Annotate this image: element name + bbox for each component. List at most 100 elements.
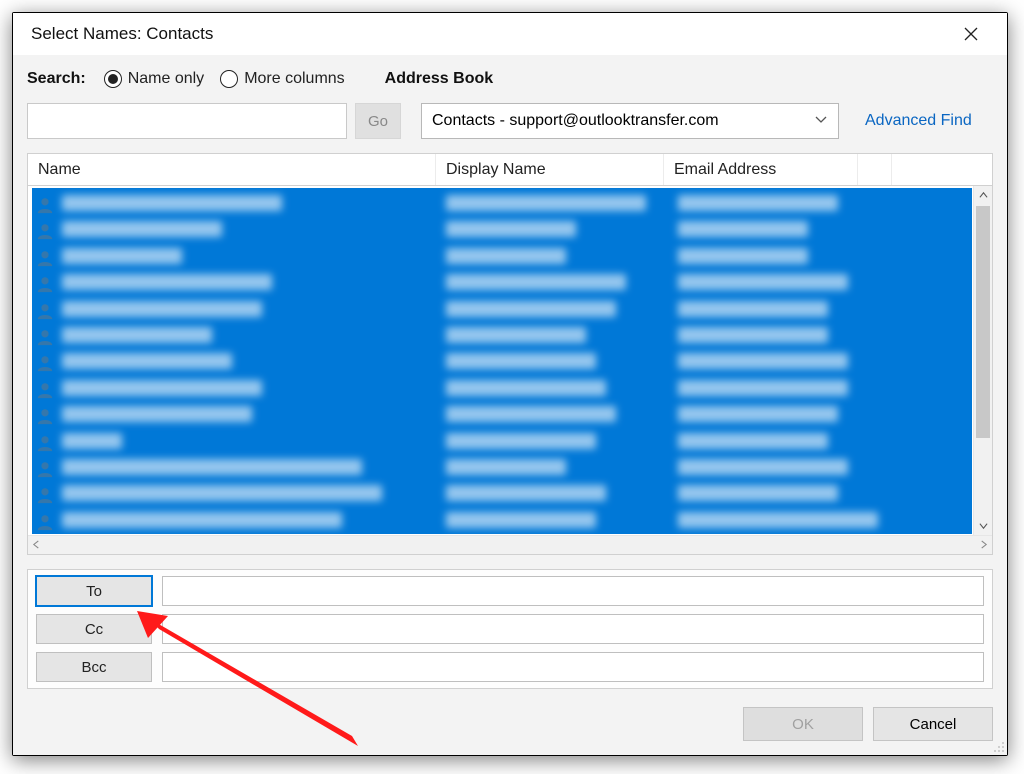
- to-row: To: [36, 576, 984, 606]
- horizontal-scrollbar[interactable]: [28, 535, 992, 554]
- recipients-panel: To Cc Bcc: [27, 569, 993, 689]
- person-icon: [36, 486, 54, 504]
- table-body[interactable]: /* generated below */: [28, 186, 992, 535]
- person-icon: [36, 222, 54, 240]
- scroll-right-icon[interactable]: [979, 538, 988, 552]
- address-book-select[interactable]: Contacts - support@outlooktransfer.com: [421, 103, 839, 139]
- redacted-text: [62, 485, 382, 501]
- scroll-up-icon[interactable]: [974, 186, 992, 205]
- redacted-text: [678, 221, 808, 237]
- redacted-text: [62, 195, 282, 211]
- search-input[interactable]: [27, 103, 347, 139]
- radio-name-only-label: Name only: [128, 70, 204, 88]
- scroll-down-icon[interactable]: [974, 516, 992, 535]
- ok-button[interactable]: OK: [743, 707, 863, 741]
- table-row[interactable]: [36, 377, 54, 403]
- table-header: Name Display Name Email Address: [28, 154, 992, 186]
- table-row[interactable]: [36, 218, 54, 244]
- redacted-text: [446, 353, 596, 369]
- window-title: Select Names: Contacts: [31, 24, 213, 44]
- select-names-dialog: Select Names: Contacts Search: Name only…: [12, 12, 1008, 756]
- advanced-find-link[interactable]: Advanced Find: [865, 112, 972, 130]
- redacted-text: [446, 459, 566, 475]
- bcc-row: Bcc: [36, 652, 984, 682]
- table-row[interactable]: [36, 350, 54, 376]
- redacted-text: [446, 380, 606, 396]
- bcc-button[interactable]: Bcc: [36, 652, 152, 682]
- redacted-text: [678, 406, 838, 422]
- table-row[interactable]: [36, 192, 54, 218]
- redacted-text: [678, 433, 828, 449]
- scroll-left-icon[interactable]: [32, 538, 41, 552]
- close-button[interactable]: [949, 16, 993, 52]
- cc-row: Cc: [36, 614, 984, 644]
- column-name[interactable]: Name: [28, 154, 436, 185]
- person-icon: [36, 328, 54, 346]
- redacted-text: [678, 301, 828, 317]
- redacted-text: [446, 274, 626, 290]
- chevron-down-icon: [814, 112, 828, 131]
- redacted-text: [446, 221, 576, 237]
- address-book-selected: Contacts - support@outlooktransfer.com: [432, 112, 719, 130]
- redacted-text: [62, 221, 222, 237]
- bcc-input[interactable]: [162, 652, 984, 682]
- radio-dot-icon: [220, 70, 238, 88]
- scrollbar-thumb[interactable]: [976, 206, 990, 438]
- to-button[interactable]: To: [36, 576, 152, 606]
- radio-more-columns-label: More columns: [244, 70, 344, 88]
- redacted-text: [446, 195, 646, 211]
- column-display-name[interactable]: Display Name: [436, 154, 664, 185]
- radio-name-only[interactable]: Name only: [104, 70, 204, 88]
- table-row[interactable]: [36, 324, 54, 350]
- redacted-text: [678, 512, 878, 528]
- redacted-text: [446, 327, 586, 343]
- redacted-text: [446, 433, 596, 449]
- person-icon: [36, 249, 54, 267]
- go-button[interactable]: Go: [355, 103, 401, 139]
- column-email[interactable]: Email Address: [664, 154, 858, 185]
- redacted-text: [62, 459, 362, 475]
- person-icon: [36, 434, 54, 452]
- redacted-text: [62, 433, 122, 449]
- cc-button[interactable]: Cc: [36, 614, 152, 644]
- redacted-text: [62, 301, 262, 317]
- redacted-text: [678, 485, 838, 501]
- dialog-actions: OK Cancel: [27, 707, 993, 741]
- radio-more-columns[interactable]: More columns: [220, 70, 344, 88]
- table-row[interactable]: [36, 298, 54, 324]
- redacted-text: [678, 353, 848, 369]
- column-spacer: [858, 154, 892, 185]
- person-icon: [36, 196, 54, 214]
- redacted-text: [678, 195, 838, 211]
- dialog-body: Search: Name only More columns Address B…: [13, 55, 1007, 755]
- table-row[interactable]: [36, 509, 54, 535]
- table-row[interactable]: [36, 403, 54, 429]
- person-icon: [36, 407, 54, 425]
- close-icon: [963, 26, 979, 42]
- to-input[interactable]: [162, 576, 984, 606]
- radio-dot-icon: [104, 70, 122, 88]
- redacted-text: [446, 485, 606, 501]
- redacted-text: [446, 248, 566, 264]
- table-row[interactable]: [36, 245, 54, 271]
- cc-input[interactable]: [162, 614, 984, 644]
- redacted-text: [62, 353, 232, 369]
- resize-grip-icon[interactable]: [991, 739, 1005, 753]
- table-row[interactable]: [36, 430, 54, 456]
- table-row[interactable]: [36, 271, 54, 297]
- cancel-button[interactable]: Cancel: [873, 707, 993, 741]
- search-row: Search: Name only More columns Address B…: [27, 65, 993, 93]
- table-row[interactable]: [36, 482, 54, 508]
- redacted-text: [446, 512, 596, 528]
- person-icon: [36, 513, 54, 531]
- input-row: Go Contacts - support@outlooktransfer.co…: [27, 101, 993, 141]
- contacts-table: Name Display Name Email Address /* gener…: [27, 153, 993, 555]
- table-row[interactable]: [36, 456, 54, 482]
- redacted-text: [62, 248, 182, 264]
- vertical-scrollbar[interactable]: [973, 186, 992, 535]
- redacted-text: [446, 406, 616, 422]
- search-label: Search:: [27, 70, 86, 88]
- column-spacer: [892, 154, 992, 185]
- person-icon: [36, 381, 54, 399]
- redacted-text: [62, 327, 212, 343]
